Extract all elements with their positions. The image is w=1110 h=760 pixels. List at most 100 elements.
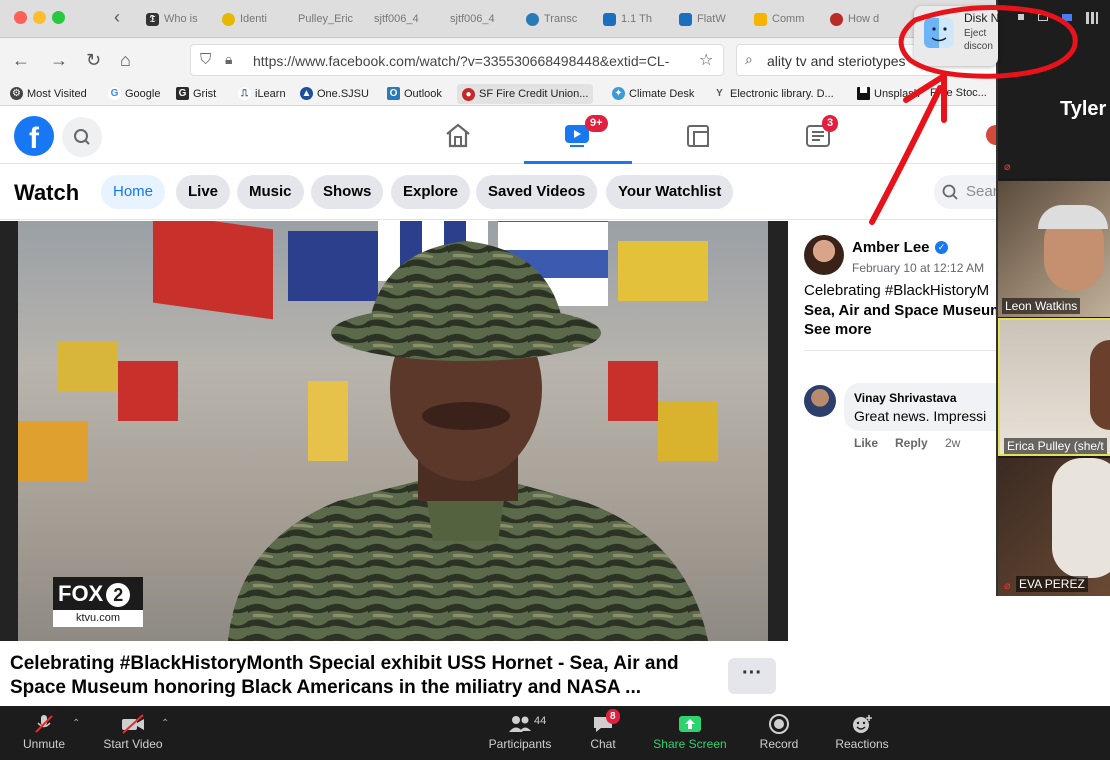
post-date[interactable]: February 10 at 12:12 AM — [852, 261, 984, 275]
tab-music[interactable]: Music — [237, 175, 304, 209]
post-text-line: Celebrating #BlackHistoryM — [804, 282, 990, 299]
post-author[interactable]: Amber Lee — [852, 239, 930, 256]
browser-tab[interactable]: Transc — [526, 9, 584, 29]
record-button[interactable]: Record — [752, 706, 806, 760]
shield-icon[interactable]: ⛉ — [200, 51, 211, 68]
reactions-button[interactable]: Reactions — [830, 706, 894, 760]
bookmark-electronic-library[interactable]: Y Electronic library. D... — [713, 87, 834, 100]
browser-tab[interactable]: How d — [830, 9, 886, 29]
participant-face — [1090, 340, 1110, 430]
facebook-logo[interactable]: f — [14, 116, 54, 156]
credit-union-icon: ● — [462, 87, 475, 101]
window-icon[interactable] — [1038, 14, 1048, 21]
bookmark-outlook[interactable]: O Outlook — [387, 87, 442, 100]
forward-arrow-icon[interactable]: → — [50, 50, 68, 71]
post-text: Celebrating #BlackHistoryM Sea, Air and … — [804, 281, 996, 321]
bookmark-climate-desk[interactable]: ✦ Climate Desk — [612, 87, 694, 100]
view-icon[interactable] — [1062, 14, 1072, 21]
finder-face-icon — [931, 27, 947, 42]
home-icon — [446, 123, 470, 148]
participants-button[interactable]: 44 Participants — [482, 706, 558, 760]
tabs-back-chevron-icon[interactable]: ‹ — [114, 7, 120, 28]
comment-author[interactable]: Vinay Shrivastava — [854, 391, 957, 405]
browser-tab[interactable]: 1.1 Th — [603, 9, 659, 29]
tab-shows[interactable]: Shows — [311, 175, 384, 209]
bookmark-free-stock[interactable]: Free Stoc... — [930, 87, 987, 99]
maximize-window-button[interactable] — [52, 11, 65, 24]
video-frame[interactable]: FOX 2 ktvu.com — [18, 221, 768, 641]
browser-tab[interactable]: Comm — [754, 9, 810, 29]
tab-live[interactable]: Live — [176, 175, 231, 209]
commenter-avatar[interactable] — [804, 385, 836, 417]
post-text-line: Sea, Air and Space Museum — [804, 302, 996, 319]
author-avatar[interactable] — [804, 235, 844, 275]
star-bookmark-icon[interactable]: ☆ — [699, 50, 713, 70]
news-nav-tab[interactable]: 3 — [805, 115, 839, 154]
comment-reply-button[interactable]: Reply — [895, 436, 928, 450]
home-nav-tab[interactable] — [444, 122, 472, 153]
browser-tab[interactable]: Identi — [222, 9, 282, 29]
bookmark-google[interactable]: G Google — [108, 87, 160, 100]
tab-saved-videos[interactable]: Saved Videos — [476, 175, 598, 209]
marketplace-nav-tab[interactable] — [686, 124, 710, 153]
bird-icon — [679, 12, 692, 26]
zoom-speaker-tile[interactable]: Tyler ⌀ — [998, 0, 1110, 178]
participant-name: Leon Watkins — [1002, 298, 1081, 314]
video-options-chevron-icon[interactable]: ⌃ — [161, 718, 169, 729]
chat-button[interactable]: 8 Chat — [580, 706, 626, 760]
participant-tile-active[interactable]: Erica Pulley (she/t — [998, 318, 1110, 456]
tab-explore[interactable]: Explore — [391, 175, 471, 209]
tab-your-watchlist[interactable]: Your Watchlist — [606, 175, 734, 209]
bookmark-grist[interactable]: G Grist — [176, 87, 216, 100]
more-options-button[interactable]: ··· — [728, 658, 776, 694]
minimize-icon[interactable] — [1018, 14, 1024, 20]
bookmark-most-visited[interactable]: ⚙ Most Visited — [10, 87, 87, 100]
browser-tab[interactable]: 𝕿 Who is — [146, 9, 202, 29]
comment-age: 2w — [945, 436, 961, 450]
video-player[interactable]: FOX 2 ktvu.com — [0, 221, 788, 641]
reload-icon[interactable]: ↻ — [86, 50, 101, 71]
facebook-search-button[interactable] — [62, 117, 102, 157]
interviewee-figure — [228, 241, 708, 641]
ilearn-icon: ⎍ — [238, 87, 251, 100]
participant-tile[interactable]: Leon Watkins — [998, 181, 1110, 317]
audio-options-chevron-icon[interactable]: ⌃ — [72, 718, 80, 729]
comment-text: Great news. Impressi — [854, 408, 987, 424]
climate-icon: ✦ — [612, 87, 625, 100]
browser-tab[interactable]: Pulley_Eric — [298, 9, 356, 29]
minimize-window-button[interactable] — [33, 11, 46, 24]
lock-icon[interactable]: 🔒︎ — [225, 51, 232, 68]
speaker-name: Tyler — [1060, 98, 1107, 120]
unmute-button[interactable]: Unmute — [14, 706, 74, 760]
url-text[interactable]: https://www.facebook.com/watch/?v=335530… — [253, 53, 693, 69]
tab-home[interactable]: Home — [101, 175, 166, 209]
url-bar[interactable]: ⛉ 🔒︎ https://www.facebook.com/watch/?v=3… — [190, 44, 724, 76]
gear-icon: ⚙ — [10, 87, 23, 100]
watch-nav-tab[interactable]: 9+ — [524, 106, 632, 164]
comment-like-button[interactable]: Like — [854, 436, 878, 450]
browser-tab[interactable]: sjtf006_4 — [450, 9, 508, 29]
back-arrow-icon[interactable]: ← — [12, 50, 30, 71]
watch-notification-badge: 9+ — [585, 115, 608, 132]
bookmark-ilearn[interactable]: ⎍ iLearn — [238, 87, 286, 100]
participant-tile[interactable]: ⌀ EVA PEREZ — [998, 458, 1110, 596]
sjsu-icon: ▲ — [300, 87, 313, 100]
zoom-gallery-strip: Tyler ⌀ Leon Watkins Erica Pulley (she/t… — [996, 0, 1110, 596]
watch-nav-bar: Watch Home Live Music Shows Explore Save… — [0, 164, 1110, 220]
bookmark-sf-fire-credit-union[interactable]: ● SF Fire Credit Union... — [457, 84, 594, 104]
browser-search-text[interactable]: ality tv and steriotypes — [767, 53, 906, 69]
browser-tab[interactable]: FlatW — [679, 9, 735, 29]
bookmark-unsplash[interactable]: ▀ Unsplash — [857, 87, 920, 100]
share-screen-button[interactable]: Share Screen — [648, 706, 732, 760]
browser-tab[interactable]: sjtf006_4 — [374, 9, 432, 29]
muted-mic-icon: ⌀ — [1004, 580, 1011, 592]
bookmark-one-sjsu[interactable]: ▲ One.SJSU — [300, 87, 369, 100]
grid-view-icon[interactable] — [1086, 12, 1098, 24]
disk-notification[interactable]: Disk N Eject discon — [914, 6, 998, 66]
close-window-button[interactable] — [14, 11, 27, 24]
divider — [804, 350, 996, 351]
start-video-button[interactable]: Start Video — [98, 706, 168, 760]
post-panel: Amber Lee ✓ February 10 at 12:12 AM Cele… — [790, 221, 996, 706]
home-icon[interactable]: ⌂ — [120, 50, 131, 71]
see-more-link[interactable]: See more — [804, 321, 872, 338]
